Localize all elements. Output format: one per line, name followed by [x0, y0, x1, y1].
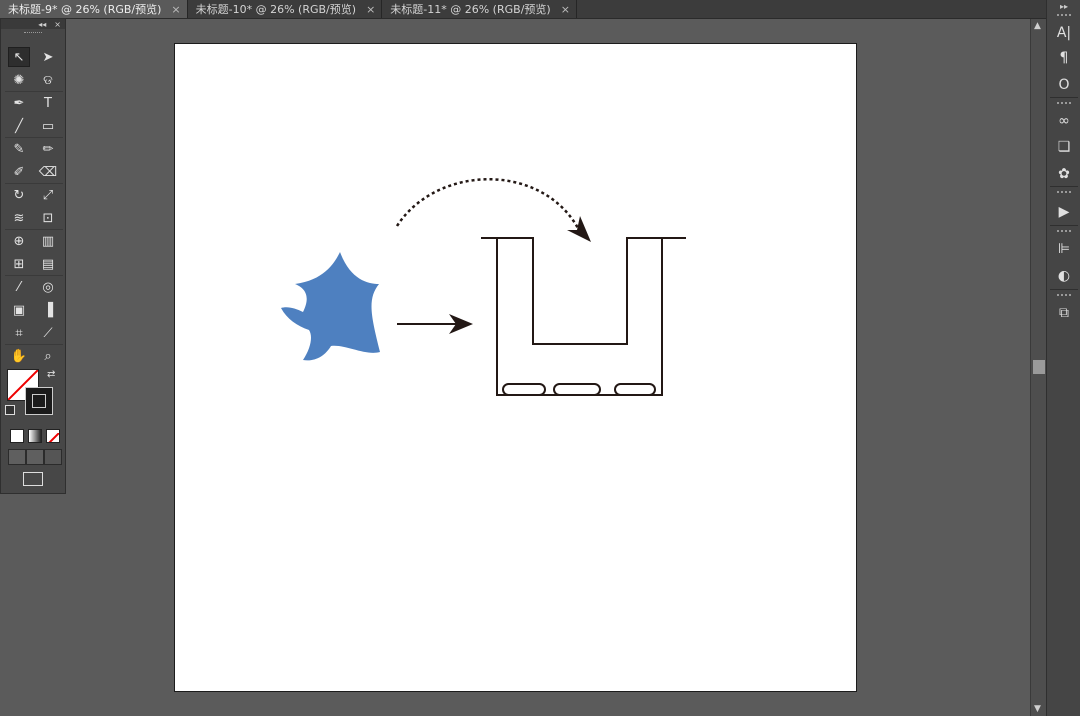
document-tab-9[interactable]: 未标题-9* @ 26% (RGB/预览) ×	[0, 0, 188, 18]
tool-group-divider	[5, 183, 63, 184]
panel-group-grip[interactable]	[1057, 191, 1071, 195]
shape-builder-tool-icon[interactable]: ⊕	[8, 231, 30, 251]
selection-tool-icon[interactable]: ↖	[8, 47, 30, 67]
gradient-mode-icon[interactable]	[28, 429, 42, 443]
panel-grip[interactable]	[1, 29, 65, 37]
tab-label: 未标题-11* @ 26% (RGB/预览)	[390, 3, 551, 16]
artboard[interactable]	[174, 43, 857, 692]
foot-pad-center	[553, 383, 601, 396]
document-tab-11[interactable]: 未标题-11* @ 26% (RGB/预览) ×	[382, 0, 577, 18]
free-transform-tool-icon[interactable]: ⊡	[37, 208, 59, 228]
zoom-tool-icon[interactable]: ⌕	[37, 346, 59, 366]
foot-pad-right	[614, 383, 656, 396]
stroke-swatch[interactable]	[25, 387, 53, 415]
blend-tool-icon[interactable]: ◎	[37, 277, 59, 297]
rotate-tool-icon[interactable]: ↻	[8, 185, 30, 205]
draw-normal-icon[interactable]	[8, 449, 26, 465]
blue-splat-shape[interactable]	[281, 252, 380, 361]
opentype-panel-icon[interactable]: O	[1053, 74, 1075, 96]
curved-dotted-arrow[interactable]	[395, 178, 581, 231]
tab-label: 未标题-9* @ 26% (RGB/预览)	[8, 3, 162, 16]
hand-tool-icon[interactable]: ✋	[8, 346, 30, 366]
default-fill-stroke-icon[interactable]	[5, 405, 15, 415]
panel-group-divider	[1050, 289, 1078, 290]
pen-tool-icon[interactable]: ✒	[8, 93, 30, 113]
align-panel-icon[interactable]: ⊫	[1053, 238, 1075, 260]
document-tab-bar: 未标题-9* @ 26% (RGB/预览) × 未标题-10* @ 26% (R…	[0, 0, 1046, 19]
tool-group-divider	[5, 137, 63, 138]
transform-panel-icon[interactable]: ⧉	[1053, 302, 1075, 324]
screen-mode-icon[interactable]	[23, 472, 43, 486]
paintbrush-tool-icon[interactable]: ✎	[8, 139, 30, 159]
paragraph-panel-icon[interactable]: ¶	[1053, 47, 1075, 69]
direct-selection-tool-icon[interactable]: ➤	[37, 47, 59, 67]
scroll-up-icon[interactable]: ▲	[1034, 21, 1041, 31]
symbols-panel-icon[interactable]: ✿	[1053, 163, 1075, 185]
actions-panel-icon[interactable]: ▶	[1053, 201, 1075, 223]
panel-group-grip[interactable]	[1057, 294, 1071, 298]
panel-group-grip[interactable]	[1057, 230, 1071, 234]
foot-pad-left	[502, 383, 546, 396]
scroll-down-icon[interactable]: ▼	[1034, 704, 1041, 714]
pencil-tool-icon[interactable]: ✏	[37, 139, 59, 159]
symbol-sprayer-tool-icon[interactable]: ▣	[8, 300, 30, 320]
panel-group-divider	[1050, 225, 1078, 226]
links-panel-icon[interactable]: ∞	[1053, 110, 1075, 132]
document-tab-10[interactable]: 未标题-10* @ 26% (RGB/预览) ×	[188, 0, 383, 18]
panel-group-divider	[1050, 97, 1078, 98]
vertical-scrollbar[interactable]: ▲ ▼	[1030, 19, 1047, 716]
eyedropper-tool-icon[interactable]: ⁄	[8, 277, 30, 297]
draw-inside-icon[interactable]	[44, 449, 62, 465]
column-graph-tool-icon[interactable]: ▐	[37, 300, 59, 320]
panel-group-divider	[1050, 186, 1078, 187]
swap-fill-stroke-icon[interactable]: ⇄	[47, 369, 55, 380]
gradient-tool-icon[interactable]: ▤	[37, 254, 59, 274]
perspective-grid-tool-icon[interactable]: ▥	[37, 231, 59, 251]
draw-behind-icon[interactable]	[26, 449, 44, 465]
line-tool-icon[interactable]: ╱	[8, 116, 30, 136]
close-icon[interactable]: ×	[561, 3, 570, 16]
u-container-outline[interactable]	[481, 237, 686, 396]
tool-group-divider	[5, 275, 63, 276]
artwork	[281, 178, 686, 396]
panel-group-grip[interactable]	[1057, 102, 1071, 106]
curved-arrow-head	[567, 216, 591, 242]
none-mode-icon[interactable]	[46, 429, 60, 443]
type-tool-icon[interactable]: T	[37, 93, 59, 113]
tool-group-divider	[5, 229, 63, 230]
artboard-tool-icon[interactable]: ⌗	[8, 323, 30, 343]
tool-group-divider	[5, 91, 63, 92]
tools-panel: ◂◂ × ⇄ ↖ ➤ ✺ ଡ ✒ T ╱ ▭ ✎ ✏ ✐ ⌫ ↻ ⤢ ≋ ⊡ ⊕ ▥ ⊞ ▤ ⁄ ◎ ▣ ▐ ⌗ ⟋ ✋ ⌕	[0, 18, 66, 494]
close-icon[interactable]: ×	[54, 20, 61, 29]
eraser-tool-icon[interactable]: ⌫	[37, 162, 59, 182]
close-icon[interactable]: ×	[171, 3, 180, 16]
image-trace-panel-icon[interactable]: ❏	[1053, 136, 1075, 158]
scale-tool-icon[interactable]: ⤢	[37, 185, 59, 205]
collapse-icon[interactable]: ◂◂	[38, 20, 46, 29]
color-mode-icon[interactable]	[10, 429, 24, 443]
warp-tool-icon[interactable]: ≋	[8, 208, 30, 228]
mesh-tool-icon[interactable]: ⊞	[8, 254, 30, 274]
panel-group-grip[interactable]	[1057, 14, 1071, 18]
blob-brush-tool-icon[interactable]: ✐	[8, 162, 30, 182]
magic-wand-tool-icon[interactable]: ✺	[8, 70, 30, 90]
tool-group-divider	[5, 344, 63, 345]
tools-panel-header: ◂◂ ×	[1, 19, 65, 29]
close-icon[interactable]: ×	[366, 3, 375, 16]
scrollbar-thumb[interactable]	[1033, 360, 1045, 374]
pathfinder-panel-icon[interactable]: ◐	[1053, 265, 1075, 287]
rectangle-tool-icon[interactable]: ▭	[37, 116, 59, 136]
collapsed-panels-dock: ▸▸ A| ¶ O ∞ ❏ ✿ ▶ ⊫ ◐ ⧉	[1046, 0, 1080, 716]
slice-tool-icon[interactable]: ⟋	[37, 323, 59, 343]
lasso-tool-icon[interactable]: ଡ	[37, 70, 59, 90]
character-panel-icon[interactable]: A|	[1053, 22, 1075, 44]
expand-panels-icon[interactable]: ▸▸	[1060, 2, 1068, 11]
tab-label: 未标题-10* @ 26% (RGB/预览)	[195, 3, 357, 16]
